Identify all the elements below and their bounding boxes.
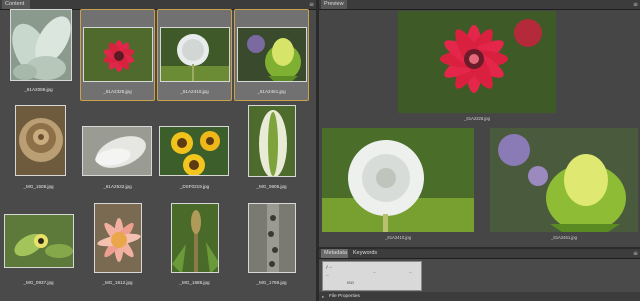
- file-properties-label: File Properties: [329, 294, 360, 299]
- thumbnail-image: [10, 9, 72, 81]
- thumbnail-filename: _61A2089.jpg: [24, 87, 53, 92]
- aperture-icon: ƒ --: [326, 264, 332, 269]
- thumbnail-item[interactable]: _DSF0219.jpg: [157, 103, 232, 194]
- iso-icon: ISO: [347, 280, 354, 285]
- preview-filename: _61A2461.jpg: [551, 235, 577, 240]
- thumbnail-item[interactable]: _MG_1612.jpg: [80, 197, 155, 288]
- thumbnail-image: [94, 203, 142, 273]
- thumbnail-image: [248, 203, 296, 273]
- preview-image[interactable]: [398, 11, 556, 113]
- preview-image[interactable]: [322, 128, 474, 232]
- thumbnail-filename: _61A2328.jpg: [103, 89, 132, 94]
- tab-metadata[interactable]: Metadata: [321, 249, 348, 258]
- thumbnail-image: [83, 27, 153, 82]
- panel-menu-icon[interactable]: ≡: [309, 0, 314, 9]
- thumbnail-image: [171, 203, 219, 273]
- thumbnail-filename: _MG_1769.jpg: [256, 280, 287, 285]
- panel-menu-icon[interactable]: ≡: [633, 0, 638, 9]
- content-panel: Content ≡ _61A2089.jpg _61A2328.jpg _61A…: [0, 0, 316, 301]
- thumbnail-item[interactable]: _MG_1688.jpg: [157, 197, 232, 288]
- thumbnail-item[interactable]: _MG_0605.jpg: [234, 103, 309, 194]
- thumbnail-filename: _MG_1612.jpg: [102, 280, 133, 285]
- thumbnail-item[interactable]: _61A2328.jpg: [80, 9, 155, 101]
- thumbnail-filename: _MG_0605.jpg: [256, 184, 287, 189]
- thumbnail-filename: _MG_0937.jpg: [23, 280, 54, 285]
- thumbnail-filename: _61A2461.jpg: [257, 89, 286, 94]
- thumbnail-filename: _61A2532.jpg: [103, 184, 132, 189]
- thumbnail-item[interactable]: _61A2089.jpg: [2, 9, 75, 100]
- metadata-tab-bar: Metadata Keywords ≡: [319, 249, 640, 259]
- thumbnail-item[interactable]: _61A2461.jpg: [234, 9, 309, 101]
- exposure-icon: --: [326, 272, 329, 277]
- thumbnail-filename: _MG_1508.jpg: [23, 184, 54, 189]
- thumbnail-filename: _61A2410.jpg: [180, 89, 209, 94]
- preview-filename: _61A2410.jpg: [385, 235, 411, 240]
- preview-image[interactable]: [490, 128, 638, 232]
- thumbnail-item[interactable]: _MG_0937.jpg: [2, 197, 75, 288]
- preview-filename: _61A2328.jpg: [464, 116, 490, 121]
- panel-menu-icon[interactable]: ≡: [633, 249, 638, 258]
- metadata-panel: Metadata Keywords ≡ ƒ -- -- ISO -- -- ▸ …: [319, 249, 640, 301]
- file-properties-section[interactable]: ▸ File Properties: [319, 292, 640, 301]
- thumbnail-image: [237, 27, 307, 82]
- thumbnail-filename: _MG_1688.jpg: [179, 280, 210, 285]
- tab-content[interactable]: Content: [2, 0, 30, 9]
- thumbnail-image: [15, 105, 66, 176]
- thumbnail-image: [82, 126, 152, 176]
- tab-keywords[interactable]: Keywords: [350, 249, 378, 258]
- metadata-value: --: [373, 269, 376, 274]
- metadata-placard: ƒ -- -- ISO: [322, 261, 422, 291]
- thumbnail-item[interactable]: _MG_1769.jpg: [234, 197, 309, 288]
- thumbnail-item[interactable]: _61A2532.jpg: [80, 103, 155, 194]
- preview-panel: Preview ≡ _61A2328.jpg _61A2410.jpg _61A…: [319, 0, 640, 247]
- thumbnail-item[interactable]: _61A2410.jpg: [157, 9, 232, 101]
- thumbnail-image: [248, 105, 296, 177]
- preview-tab-bar: Preview ≡: [319, 0, 640, 10]
- thumbnail-image: [159, 126, 229, 176]
- expand-triangle-icon: ▸: [322, 294, 325, 299]
- thumbnail-image: [160, 27, 230, 82]
- thumbnail-item[interactable]: _MG_1508.jpg: [2, 103, 75, 194]
- tab-preview[interactable]: Preview: [321, 0, 347, 9]
- thumbnail-filename: _DSF0219.jpg: [179, 184, 210, 189]
- metadata-value: --: [409, 269, 412, 274]
- thumbnail-image: [4, 214, 74, 268]
